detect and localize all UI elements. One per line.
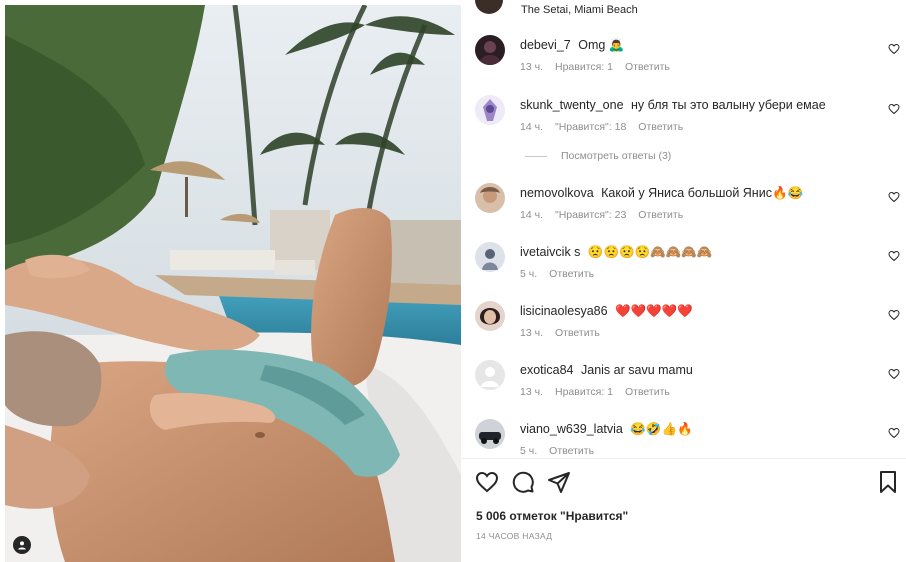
- like-comment-heart-icon[interactable]: [888, 309, 900, 321]
- reply-button[interactable]: Ответить: [638, 209, 683, 221]
- comment-item: skunk_twenty_one ну бля ты это валыну уб…: [475, 95, 900, 145]
- comment-item: exotica84 Janis ar savu mamu 13 ч. Нрави…: [475, 360, 900, 410]
- comment-time[interactable]: 5 ч.: [520, 445, 537, 456]
- comment-item: nemovolkova Какой у Яниса большой Янис🔥😂…: [475, 183, 900, 233]
- reply-button[interactable]: Ответить: [555, 327, 600, 339]
- comment-username[interactable]: lisicinaolesya86: [520, 304, 608, 318]
- comment-item: debevi_7 Omg 🙇‍♂️ 13 ч. Нравится: 1 Отве…: [475, 35, 900, 85]
- comment-text: 😂🤣👍🔥: [630, 422, 693, 436]
- comment-time[interactable]: 13 ч.: [520, 61, 543, 73]
- comment-likes[interactable]: "Нравится": 23: [555, 209, 626, 221]
- actions-divider: [461, 458, 906, 459]
- like-comment-heart-icon[interactable]: [888, 43, 900, 55]
- like-comment-heart-icon[interactable]: [888, 368, 900, 380]
- comment-time[interactable]: 13 ч.: [520, 327, 543, 339]
- comment-likes[interactable]: Нравится: 1: [555, 61, 613, 73]
- reply-button[interactable]: Ответить: [638, 121, 683, 133]
- comment-text: ну бля ты это валыну убери емае: [631, 98, 826, 112]
- post-photo[interactable]: [5, 5, 461, 562]
- view-replies-button[interactable]: Посмотреть ответы (3): [525, 150, 671, 162]
- comment-text: Omg 🙇‍♂️: [578, 38, 625, 52]
- author-avatar[interactable]: [475, 0, 503, 14]
- comment-text: Janis ar savu mamu: [581, 363, 693, 377]
- comment-username[interactable]: skunk_twenty_one: [520, 98, 624, 112]
- tagged-user-icon[interactable]: [13, 536, 31, 554]
- like-comment-heart-icon[interactable]: [888, 250, 900, 262]
- location-row: The Setai, Miami Beach: [475, 0, 638, 20]
- comment-time[interactable]: 13 ч.: [520, 386, 543, 398]
- commenter-avatar[interactable]: [475, 95, 505, 125]
- commenter-avatar[interactable]: [475, 301, 505, 331]
- comment-username[interactable]: exotica84: [520, 363, 574, 377]
- location-link[interactable]: The Setai, Miami Beach: [521, 4, 638, 16]
- like-comment-heart-icon[interactable]: [888, 103, 900, 115]
- comment-username[interactable]: nemovolkova: [520, 186, 594, 200]
- like-comment-heart-icon[interactable]: [888, 427, 900, 439]
- comment-item: lisicinaolesya86 ❤️❤️❤️❤️❤️ 13 ч. Ответи…: [475, 301, 900, 351]
- comment-item: viano_w639_latvia 😂🤣👍🔥 5 ч. Ответить: [475, 419, 900, 456]
- comment-icon[interactable]: [511, 470, 535, 494]
- bookmark-icon[interactable]: [876, 470, 900, 494]
- comments-panel: The Setai, Miami Beach debevi_7 Omg 🙇‍♂️…: [461, 0, 906, 562]
- comment-text: Какой у Яниса большой Янис🔥😂: [601, 186, 804, 200]
- reply-button[interactable]: Ответить: [549, 268, 594, 280]
- like-comment-heart-icon[interactable]: [888, 191, 900, 203]
- comment-time[interactable]: 5 ч.: [520, 268, 537, 280]
- comment-item: ivetaivcik s 😟😟😟😟🙈🙈🙈🙈 5 ч. Ответить: [475, 242, 900, 292]
- comment-list: debevi_7 Omg 🙇‍♂️ 13 ч. Нравится: 1 Отве…: [461, 28, 906, 456]
- post-image: [5, 5, 461, 562]
- commenter-avatar[interactable]: [475, 242, 505, 272]
- commenter-avatar[interactable]: [475, 35, 505, 65]
- commenter-avatar[interactable]: [475, 183, 505, 213]
- reply-button[interactable]: Ответить: [549, 445, 594, 456]
- commenter-avatar[interactable]: [475, 360, 505, 390]
- view-replies-label[interactable]: Посмотреть ответы (3): [561, 150, 671, 162]
- comment-username[interactable]: ivetaivcik s: [520, 245, 580, 259]
- comment-username[interactable]: debevi_7: [520, 38, 571, 52]
- heart-icon[interactable]: [475, 470, 499, 494]
- post-actions-bar: [475, 470, 900, 496]
- comment-likes[interactable]: "Нравится": 18: [555, 121, 626, 133]
- comment-username[interactable]: viano_w639_latvia: [520, 422, 623, 436]
- likes-count[interactable]: 5 006 отметок "Нравится": [476, 509, 628, 523]
- commenter-avatar[interactable]: [475, 419, 505, 449]
- comment-text: 😟😟😟😟🙈🙈🙈🙈: [587, 245, 713, 259]
- replies-divider-line: [525, 155, 547, 157]
- comment-likes[interactable]: Нравится: 1: [555, 386, 613, 398]
- comment-time[interactable]: 14 ч.: [520, 209, 543, 221]
- comment-time[interactable]: 14 ч.: [520, 121, 543, 133]
- reply-button[interactable]: Ответить: [625, 386, 670, 398]
- comment-text: ❤️❤️❤️❤️❤️: [615, 304, 693, 318]
- share-icon[interactable]: [547, 470, 571, 494]
- reply-button[interactable]: Ответить: [625, 61, 670, 73]
- post-timestamp[interactable]: 14 ЧАСОВ НАЗАД: [476, 531, 552, 541]
